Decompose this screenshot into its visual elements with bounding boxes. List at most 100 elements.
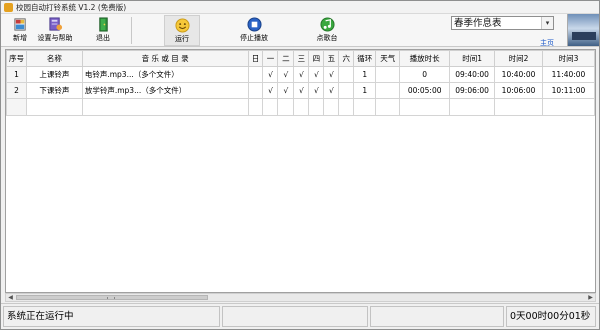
new-label: 新增 [13,34,27,42]
table-header-row: 序号 名称 音 乐 或 目 录 日 一 二 三 四 五 六 循环 天气 播放时长… [6,50,595,67]
app-window: 校园自动打铃系统 V1.2 (免费版) 新增 设置与帮助 退出 运行 停止播放 … [0,0,600,330]
cell-empty[interactable] [25,98,83,116]
status-panel-empty [370,306,504,327]
col-header-time1[interactable]: 时间1 [449,50,496,67]
col-header-weather[interactable]: 天气 [375,50,401,67]
schedule-select-value: 春季作息表 [454,18,502,29]
cell-sat[interactable] [338,82,355,99]
col-header-mon[interactable]: 一 [262,50,279,67]
chevron-down-icon[interactable]: ▾ [541,17,553,29]
cell-loop[interactable]: 1 [353,66,377,83]
run-button[interactable]: 运行 [164,15,200,46]
horizontal-scrollbar[interactable]: ◀ ▶ [5,293,596,302]
scroll-right-icon[interactable]: ▶ [586,294,595,301]
status-panel-empty [222,306,368,327]
col-header-index[interactable]: 序号 [6,50,27,67]
col-header-tue[interactable]: 二 [277,50,295,67]
run-label: 运行 [175,35,189,43]
window-title: 校园自动打铃系统 V1.2 (免费版) [16,3,127,12]
cell-empty[interactable] [541,98,595,116]
cell-weather[interactable] [375,66,401,83]
cell-mon[interactable]: √ [262,66,279,83]
table-row[interactable]: 2 下课铃声 放学铃声.mp3...（多个文件） √ √ √ √ √ 1 00:… [6,82,595,99]
col-header-time3[interactable]: 时间3 [541,50,595,67]
cell-tue[interactable]: √ [277,66,295,83]
cell-fri[interactable]: √ [323,82,340,99]
cell-sun[interactable] [247,66,264,83]
cell-time3[interactable]: 11:40:00 [541,66,595,83]
settings-help-button[interactable]: 设置与帮助 [33,15,77,46]
col-header-fri[interactable]: 五 [323,50,340,67]
table-row[interactable]: 1 上课铃声 电铃声.mp3...（多个文件） √ √ √ √ √ 1 0 09… [6,66,595,83]
col-header-sat[interactable]: 六 [338,50,355,67]
cell-sat[interactable] [338,66,355,83]
cell-empty[interactable] [247,98,264,116]
settings-help-label: 设置与帮助 [37,34,73,42]
col-header-name[interactable]: 名称 [25,50,83,67]
cell-time1[interactable]: 09:06:00 [449,82,496,99]
run-smiley-icon [174,18,190,33]
cell-time3[interactable]: 10:11:00 [541,82,595,99]
homepage-link[interactable]: 主页 [540,38,554,48]
cell-music[interactable]: 电铃声.mp3...（多个文件） [81,66,249,83]
cell-name[interactable]: 上课铃声 [25,66,83,83]
schedule-select[interactable]: 春季作息表 ▾ [451,16,554,30]
stop-playback-button[interactable]: 停止播放 [235,15,273,46]
cell-name[interactable]: 下课铃声 [25,82,83,99]
cell-empty[interactable] [293,98,310,116]
table-row-empty[interactable] [6,98,595,116]
exit-button[interactable]: 退出 [89,15,117,46]
col-header-music[interactable]: 音 乐 或 目 录 [81,50,249,67]
cell-empty[interactable] [262,98,279,116]
cell-empty[interactable] [399,98,451,116]
scrollbar-thumb[interactable] [16,295,208,300]
new-button[interactable]: 新增 [5,15,35,46]
cell-empty[interactable] [494,98,543,116]
cell-empty[interactable] [81,98,249,116]
exit-door-icon [98,17,108,32]
col-header-loop[interactable]: 循环 [353,50,377,67]
cell-wed[interactable]: √ [293,66,310,83]
cell-index: 2 [6,82,27,99]
scroll-left-icon[interactable]: ◀ [6,294,15,301]
col-header-wed[interactable]: 三 [293,50,310,67]
cell-time1[interactable]: 09:40:00 [449,66,496,83]
cell-empty[interactable] [375,98,401,116]
title-bar: 校园自动打铃系统 V1.2 (免费版) [1,1,599,14]
cell-duration[interactable]: 0 [399,66,451,83]
thumbnail-image [567,14,599,46]
song-request-button[interactable]: 点歌台 [311,15,343,46]
cell-weather[interactable] [375,82,401,99]
exit-label: 退出 [96,34,110,42]
col-header-time2[interactable]: 时间2 [494,50,543,67]
cell-sun[interactable] [247,82,264,99]
cell-empty[interactable] [323,98,340,116]
cell-duration[interactable]: 00:05:00 [399,82,451,99]
stop-playback-label: 停止播放 [240,34,268,42]
cell-empty[interactable] [353,98,377,116]
cell-empty[interactable] [449,98,496,116]
cell-time2[interactable]: 10:40:00 [494,66,543,83]
cell-empty[interactable] [308,98,325,116]
grip-icon [107,297,115,299]
cell-mon[interactable]: √ [262,82,279,99]
cell-fri[interactable]: √ [323,66,340,83]
toolbar: 新增 设置与帮助 退出 运行 停止播放 点歌台 春季作息表 ▾ 主页 [1,14,599,47]
cell-tue[interactable]: √ [277,82,295,99]
col-header-duration[interactable]: 播放时长 [399,50,451,67]
cell-wed[interactable]: √ [293,82,310,99]
stop-icon [246,17,262,32]
cell-thu[interactable]: √ [308,82,325,99]
cell-empty[interactable] [277,98,295,116]
schedule-table: 序号 名称 音 乐 或 目 录 日 一 二 三 四 五 六 循环 天气 播放时长… [5,49,596,293]
cell-thu[interactable]: √ [308,66,325,83]
cell-empty[interactable] [338,98,355,116]
app-icon [4,3,13,12]
cell-music[interactable]: 放学铃声.mp3...（多个文件） [81,82,249,99]
cell-time2[interactable]: 10:06:00 [494,82,543,99]
settings-help-icon [48,17,62,31]
song-request-label: 点歌台 [316,34,338,42]
col-header-thu[interactable]: 四 [308,50,325,67]
col-header-sun[interactable]: 日 [247,50,264,67]
cell-loop[interactable]: 1 [353,82,377,99]
